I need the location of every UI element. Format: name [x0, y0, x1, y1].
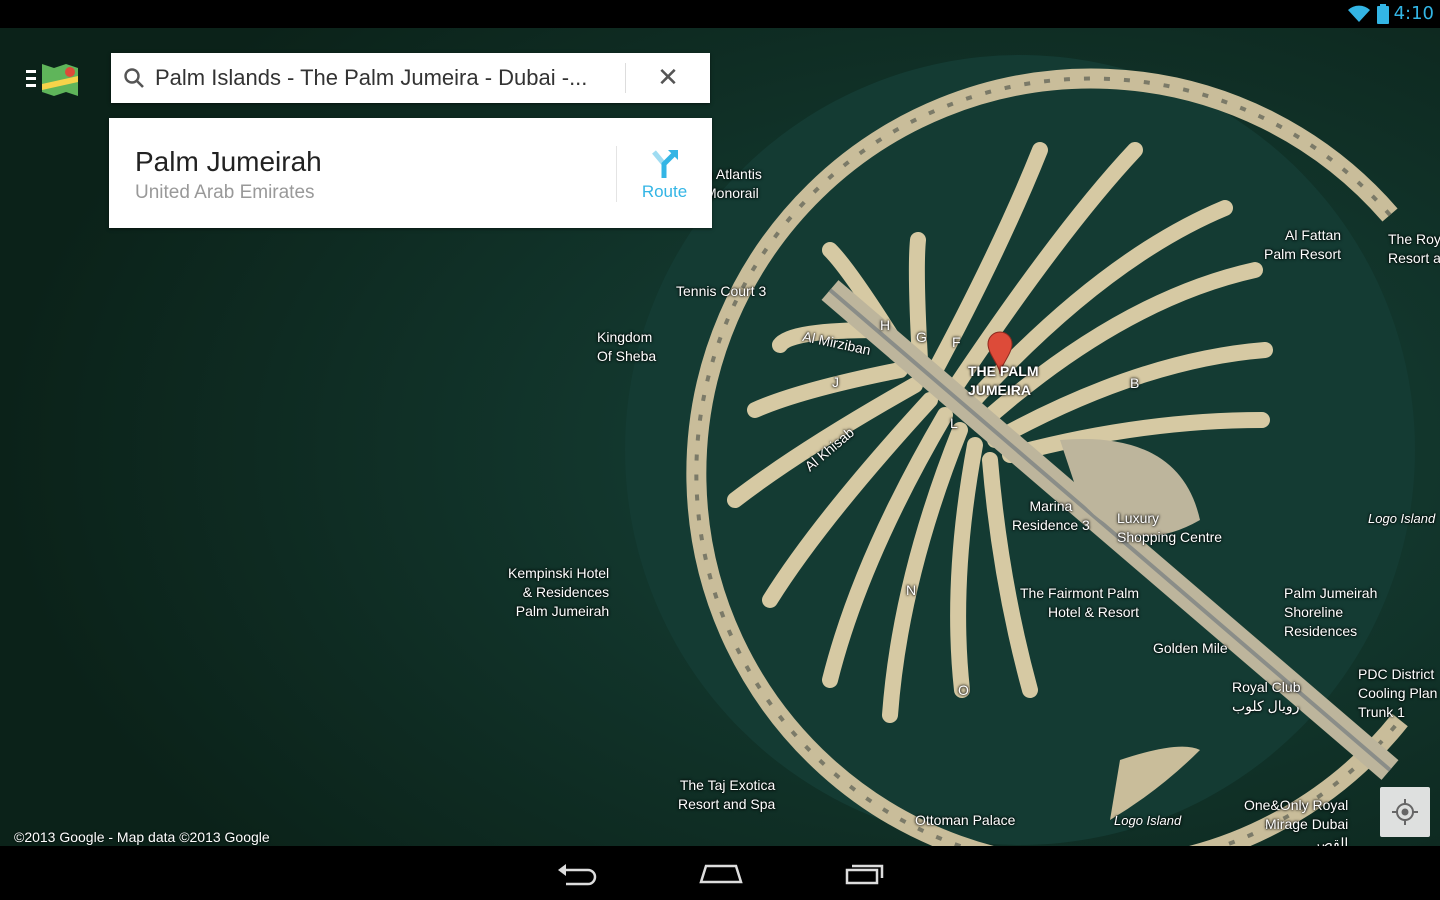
search-icon	[124, 68, 144, 88]
map-label[interactable]: Kingdom Of Sheba	[597, 328, 656, 366]
frond-letter: O	[958, 682, 969, 698]
my-location-icon	[1392, 799, 1418, 825]
wifi-icon	[1348, 5, 1370, 22]
home-icon	[699, 864, 743, 884]
back-button[interactable]	[552, 858, 602, 888]
map-label[interactable]: Ottoman Palace	[915, 811, 1015, 830]
map-label[interactable]: Royal Club رويال كلوب	[1232, 678, 1300, 716]
directions-icon	[652, 150, 678, 178]
recents-button[interactable]	[840, 858, 890, 888]
google-maps-logo-icon	[26, 64, 78, 96]
battery-icon	[1377, 4, 1389, 24]
frond-letter: J	[832, 374, 839, 390]
map-label[interactable]: Marina Residence 3	[1012, 497, 1090, 535]
map-label[interactable]: Luxury Shopping Centre	[1117, 509, 1222, 547]
place-subtitle: United Arab Emirates	[135, 182, 315, 203]
map-label[interactable]: The Fairmont Palm Hotel & Resort	[1020, 584, 1139, 622]
frond-letter: N	[906, 582, 917, 598]
navigation-bar	[0, 846, 1440, 900]
home-button[interactable]	[696, 858, 746, 888]
map-label[interactable]: n Atlantis Monorail	[705, 165, 762, 203]
my-location-button[interactable]	[1380, 787, 1430, 837]
map-copyright: ©2013 Google - Map data ©2013 Google	[14, 829, 270, 845]
map-label[interactable]: Logo Island	[1368, 509, 1435, 528]
pin-label[interactable]: THE PALM JUMEIRA	[968, 362, 1039, 400]
frond-letter: F	[952, 334, 961, 350]
clock: 4:10	[1393, 3, 1434, 24]
map-label[interactable]: Golden Mile	[1153, 639, 1228, 658]
back-icon	[558, 864, 597, 886]
frond-letter: H	[880, 317, 891, 333]
route-label: Route	[641, 182, 688, 201]
route-button[interactable]: Route	[617, 118, 712, 228]
close-icon: ✕	[657, 63, 679, 93]
recents-icon	[845, 864, 884, 885]
map-label[interactable]: The Taj Exotica Resort and Spa	[678, 776, 775, 814]
map-label[interactable]: Tennis Court 3	[676, 282, 766, 301]
map-label[interactable]: Kempinski Hotel & Residences Palm Jumeir…	[508, 564, 609, 621]
frond-letter: B	[1130, 375, 1140, 391]
search-input[interactable]: Palm Islands - The Palm Jumeira - Dubai …	[145, 65, 625, 91]
status-bar: 4:10	[0, 0, 1440, 28]
clear-search-button[interactable]: ✕	[626, 63, 710, 93]
maps-menu-button[interactable]	[24, 62, 80, 98]
map-label[interactable]: Al Fattan Palm Resort	[1264, 226, 1341, 264]
search-bar[interactable]: Palm Islands - The Palm Jumeira - Dubai …	[111, 53, 710, 103]
map-label[interactable]: Logo Island	[1114, 811, 1181, 830]
place-card[interactable]: Palm Jumeirah United Arab Emirates Route	[109, 118, 712, 228]
map-label[interactable]: PDC District Cooling Plan Trunk 1	[1358, 665, 1437, 722]
map-label[interactable]: The Roy Resort a	[1388, 230, 1440, 268]
frond-letter: G	[916, 329, 927, 345]
map-label[interactable]: One&Only Royal Mirage Dubai القصر	[1244, 796, 1348, 846]
map-label[interactable]: Palm Jumeirah Shoreline Residences	[1284, 584, 1377, 641]
frond-letter: L	[950, 415, 958, 431]
place-title: Palm Jumeirah	[135, 146, 322, 177]
